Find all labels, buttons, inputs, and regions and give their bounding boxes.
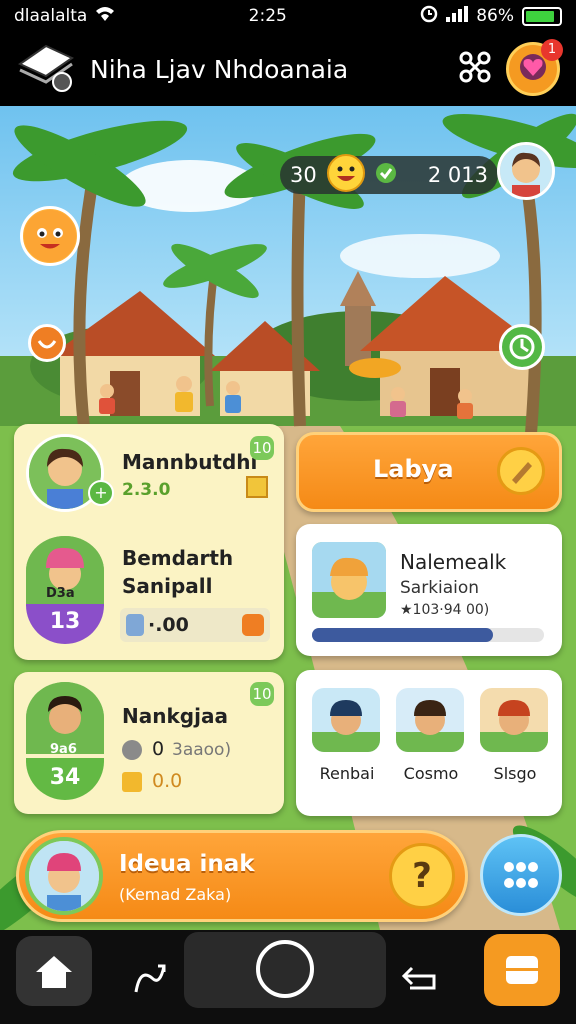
player3-name: Nankgjaa <box>122 704 228 728</box>
player1-name: Mannbutdhi <box>122 450 258 474</box>
smiley-icon <box>325 152 367 199</box>
task-name: Nalemealk <box>400 550 507 574</box>
friend-name: Cosmo <box>403 764 459 783</box>
back-icon[interactable] <box>400 960 440 1000</box>
resource-right-value: 2 013 <box>427 163 488 187</box>
friends-card: Renbai Cosmo Slsgo <box>296 670 562 816</box>
labya-label: Labya <box>373 455 454 483</box>
wifi-icon <box>95 6 115 27</box>
clock: 2:25 <box>248 6 287 26</box>
app-title: Niha Ljav Nhdoanaia <box>90 54 349 84</box>
grid-icon <box>483 862 559 917</box>
figure-icon <box>126 614 144 636</box>
task-subtitle: Sarkiaion <box>400 578 480 598</box>
task-progress-fill <box>312 628 493 642</box>
help-button[interactable]: ? <box>389 843 455 909</box>
mascot-icon[interactable] <box>20 206 80 266</box>
player1-add-icon[interactable]: + <box>88 480 114 506</box>
orange-marker-button[interactable] <box>28 324 66 362</box>
player2-score-box: ·.00 <box>120 608 270 642</box>
check-icon <box>375 162 397 189</box>
app-logo-icon[interactable] <box>16 40 76 98</box>
friend-item[interactable]: Renbai <box>312 688 382 798</box>
game-scene: 30 2 013 + Mannbutdhi 2.3.0 10 D3a 13 Be… <box>0 106 576 930</box>
task-avatar <box>312 542 386 618</box>
share-icon[interactable] <box>458 50 492 88</box>
alarm-icon <box>420 5 438 28</box>
menu-grid-button[interactable] <box>480 834 562 916</box>
player3-stat1-sub: 3aaoo) <box>172 740 232 760</box>
task-card[interactable]: Nalemealk Sarkiaion ★103·94 00) <box>296 524 562 656</box>
coin-icon <box>122 740 142 760</box>
status-bar: dlaalalta 2:25 86% <box>0 0 576 32</box>
friend-item[interactable]: Cosmo <box>396 688 466 798</box>
notification-badge: 1 <box>541 39 563 61</box>
player1-score: 2.3.0 <box>122 480 171 500</box>
gift-icon[interactable] <box>242 614 264 636</box>
menu-app-button[interactable] <box>484 934 560 1006</box>
friend-name: Slsgo <box>493 764 537 783</box>
timer-icon[interactable] <box>499 324 545 370</box>
quest-avatar <box>25 837 103 915</box>
friend-name: Renbai <box>319 764 375 783</box>
resource-hud: 30 2 013 <box>280 153 498 194</box>
player2-level: 13 <box>26 604 104 644</box>
player3-stat2: 0.0 <box>152 770 183 792</box>
friend-avatar <box>396 688 464 752</box>
profile-avatar[interactable] <box>497 142 555 200</box>
player3-level: 34 <box>26 758 104 800</box>
home-icon <box>36 956 72 988</box>
battery-percent: 86% <box>476 6 514 26</box>
player3-cap-label: 9a6 <box>50 742 77 757</box>
labya-button[interactable]: Labya <box>296 432 562 512</box>
shutter-button[interactable] <box>256 940 314 998</box>
friend-avatar <box>480 688 548 752</box>
player2-name-line2: Sanipall <box>122 574 213 598</box>
home-button[interactable] <box>16 936 92 1006</box>
ticket-icon <box>122 772 142 792</box>
friend-item[interactable]: Slsgo <box>480 688 550 798</box>
route-icon[interactable] <box>130 958 170 1002</box>
players-card: + Mannbutdhi 2.3.0 10 D3a 13 Bemdarth Sa… <box>14 424 284 660</box>
quest-subtitle: (Kemad Zaka) <box>119 885 232 904</box>
carrier-label: dlaalalta <box>14 6 88 26</box>
pencil-icon <box>497 447 545 495</box>
app-bar: Niha Ljav Nhdoanaia 1 <box>0 32 576 106</box>
player2-name-line1: Bemdarth <box>122 546 234 570</box>
envelope-icon[interactable] <box>246 476 268 498</box>
quest-title: Ideua inak <box>119 851 255 877</box>
task-meta: ★103·94 00) <box>400 602 490 618</box>
player3-card[interactable]: 9a6 34 Nankgjaa 0 3aaoo) 0.0 10 <box>14 672 284 814</box>
camera-shutter-area <box>184 932 386 1008</box>
player1-corner-badge: 10 <box>250 436 274 460</box>
player3-corner-badge: 10 <box>250 682 274 706</box>
system-nav-bar <box>0 930 576 1024</box>
friend-avatar <box>312 688 380 752</box>
quest-banner[interactable]: Ideua inak (Kemad Zaka) ? <box>16 830 468 922</box>
battery-icon <box>522 6 562 26</box>
player2-score: ·.00 <box>148 614 189 636</box>
task-progress-track <box>312 628 544 642</box>
list-icon <box>506 956 538 984</box>
favorites-button[interactable]: 1 <box>506 39 563 96</box>
resource-left-value: 30 <box>290 163 317 187</box>
signal-icon <box>446 5 469 27</box>
player3-stat1: 0 <box>152 738 165 760</box>
player2-cap-label: D3a <box>46 586 75 601</box>
